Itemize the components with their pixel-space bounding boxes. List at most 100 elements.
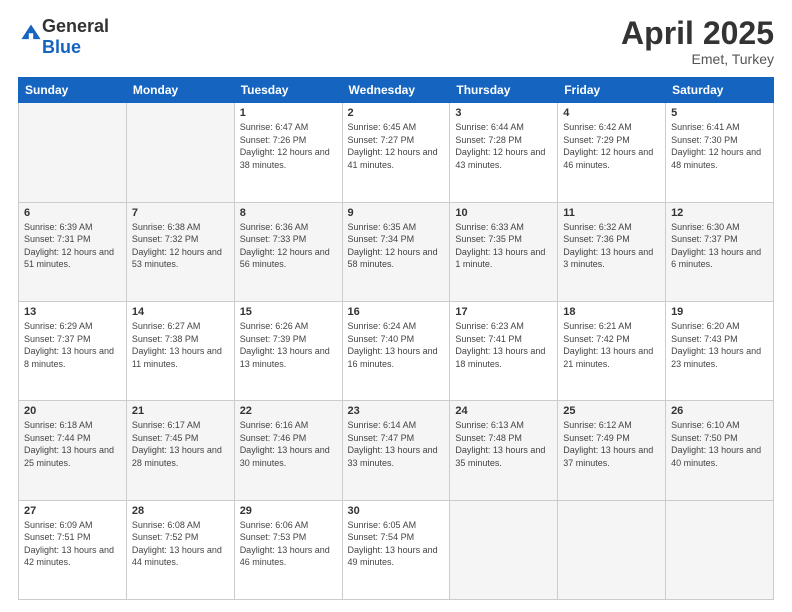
day-number: 3 (455, 107, 552, 119)
table-row: 11 Sunrise: 6:32 AM Sunset: 7:36 PM Dayli… (558, 202, 666, 301)
table-row: 5 Sunrise: 6:41 AM Sunset: 7:30 PM Daylig… (666, 103, 774, 202)
day-number: 1 (240, 107, 337, 119)
day-number: 22 (240, 405, 337, 417)
calendar-table: Sunday Monday Tuesday Wednesday Thursday… (18, 77, 774, 600)
col-thursday: Thursday (450, 78, 558, 103)
day-number: 16 (348, 306, 445, 318)
day-number: 21 (132, 405, 229, 417)
day-info: Sunrise: 6:10 AM Sunset: 7:50 PM Dayligh… (671, 419, 768, 469)
day-number: 12 (671, 207, 768, 219)
table-row: 7Sunrise: 6:38 AM Sunset: 7:32 PM Daylig… (126, 202, 234, 301)
table-row: 27 Sunrise: 6:09 AM Sunset: 7:51 PM Dayli… (19, 500, 127, 599)
col-sunday: Sunday (19, 78, 127, 103)
col-friday: Friday (558, 78, 666, 103)
table-row: 8 Sunrise: 6:36 AM Sunset: 7:33 PM Daylig… (234, 202, 342, 301)
table-row: 22 Sunrise: 6:16 AM Sunset: 7:46 PM Dayli… (234, 401, 342, 500)
day-info: Sunrise: 6:21 AM Sunset: 7:42 PM Dayligh… (563, 320, 660, 370)
day-info: Sunrise: 6:16 AM Sunset: 7:46 PM Dayligh… (240, 419, 337, 469)
table-row: 4 Sunrise: 6:42 AM Sunset: 7:29 PM Daylig… (558, 103, 666, 202)
table-row: 10 Sunrise: 6:33 AM Sunset: 7:35 PM Dayli… (450, 202, 558, 301)
day-info: Sunrise: 6:42 AM Sunset: 7:29 PM Dayligh… (563, 121, 660, 171)
table-row: 28 Sunrise: 6:08 AM Sunset: 7:52 PM Dayli… (126, 500, 234, 599)
day-number: 18 (563, 306, 660, 318)
day-number: 4 (563, 107, 660, 119)
day-info: Sunrise: 6:32 AM Sunset: 7:36 PM Dayligh… (563, 221, 660, 271)
day-number: 27 (24, 505, 121, 517)
day-info: Sunrise: 6:45 AM Sunset: 7:27 PM Dayligh… (348, 121, 445, 171)
day-info: Sunrise: 6:36 AM Sunset: 7:33 PM Dayligh… (240, 221, 337, 271)
day-info: Sunrise: 6:30 AM Sunset: 7:37 PM Dayligh… (671, 221, 768, 271)
col-wednesday: Wednesday (342, 78, 450, 103)
day-info: Sunrise: 6:17 AM Sunset: 7:45 PM Dayligh… (132, 419, 229, 469)
table-row: 20Sunrise: 6:18 AM Sunset: 7:44 PM Dayli… (19, 401, 127, 500)
day-info: Sunrise: 6:20 AM Sunset: 7:43 PM Dayligh… (671, 320, 768, 370)
table-row (126, 103, 234, 202)
day-info: Sunrise: 6:44 AM Sunset: 7:28 PM Dayligh… (455, 121, 552, 171)
logo-text: General Blue (42, 16, 109, 57)
page: General Blue April 2025 Emet, Turkey Sun… (0, 0, 792, 612)
day-number: 17 (455, 306, 552, 318)
table-row: 6 Sunrise: 6:39 AM Sunset: 7:31 PM Daylig… (19, 202, 127, 301)
day-number: 30 (348, 505, 445, 517)
day-info: Sunrise: 6:12 AM Sunset: 7:49 PM Dayligh… (563, 419, 660, 469)
day-info: Sunrise: 6:29 AM Sunset: 7:37 PM Dayligh… (24, 320, 121, 370)
day-info: Sunrise: 6:09 AM Sunset: 7:51 PM Dayligh… (24, 519, 121, 569)
calendar-week-row: 20Sunrise: 6:18 AM Sunset: 7:44 PM Dayli… (19, 401, 774, 500)
day-info: Sunrise: 6:35 AM Sunset: 7:34 PM Dayligh… (348, 221, 445, 271)
table-row (450, 500, 558, 599)
table-row (19, 103, 127, 202)
table-row: 21 Sunrise: 6:17 AM Sunset: 7:45 PM Dayli… (126, 401, 234, 500)
day-info: Sunrise: 6:41 AM Sunset: 7:30 PM Dayligh… (671, 121, 768, 171)
day-number: 2 (348, 107, 445, 119)
day-info: Sunrise: 6:08 AM Sunset: 7:52 PM Dayligh… (132, 519, 229, 569)
title-month: April 2025 (621, 16, 774, 51)
col-tuesday: Tuesday (234, 78, 342, 103)
day-info: Sunrise: 6:47 AM Sunset: 7:26 PM Dayligh… (240, 121, 337, 171)
day-number: 10 (455, 207, 552, 219)
day-number: 6 (24, 207, 121, 219)
day-info: Sunrise: 6:26 AM Sunset: 7:39 PM Dayligh… (240, 320, 337, 370)
day-number: 24 (455, 405, 552, 417)
table-row: 12 Sunrise: 6:30 AM Sunset: 7:37 PM Dayli… (666, 202, 774, 301)
table-row: 29Sunrise: 6:06 AM Sunset: 7:53 PM Dayli… (234, 500, 342, 599)
day-info: Sunrise: 6:24 AM Sunset: 7:40 PM Dayligh… (348, 320, 445, 370)
col-saturday: Saturday (666, 78, 774, 103)
calendar-week-row: 1 Sunrise: 6:47 AM Sunset: 7:26 PM Daylig… (19, 103, 774, 202)
day-number: 23 (348, 405, 445, 417)
table-row (666, 500, 774, 599)
day-info: Sunrise: 6:06 AM Sunset: 7:53 PM Dayligh… (240, 519, 337, 569)
day-number: 15 (240, 306, 337, 318)
day-info: Sunrise: 6:05 AM Sunset: 7:54 PM Dayligh… (348, 519, 445, 569)
day-info: Sunrise: 6:23 AM Sunset: 7:41 PM Dayligh… (455, 320, 552, 370)
table-row: 17 Sunrise: 6:23 AM Sunset: 7:41 PM Dayli… (450, 301, 558, 400)
table-row: 19 Sunrise: 6:20 AM Sunset: 7:43 PM Dayli… (666, 301, 774, 400)
table-row: 16 Sunrise: 6:24 AM Sunset: 7:40 PM Dayli… (342, 301, 450, 400)
table-row: 30 Sunrise: 6:05 AM Sunset: 7:54 PM Dayli… (342, 500, 450, 599)
day-number: 5 (671, 107, 768, 119)
table-row: 1 Sunrise: 6:47 AM Sunset: 7:26 PM Daylig… (234, 103, 342, 202)
table-row: 3 Sunrise: 6:44 AM Sunset: 7:28 PM Daylig… (450, 103, 558, 202)
day-number: 19 (671, 306, 768, 318)
day-info: Sunrise: 6:13 AM Sunset: 7:48 PM Dayligh… (455, 419, 552, 469)
header: General Blue April 2025 Emet, Turkey (18, 16, 774, 67)
day-info: Sunrise: 6:18 AM Sunset: 7:44 PM Dayligh… (24, 419, 121, 469)
table-row: 2 Sunrise: 6:45 AM Sunset: 7:27 PM Daylig… (342, 103, 450, 202)
day-number: 7 (132, 207, 229, 219)
day-info: Sunrise: 6:39 AM Sunset: 7:31 PM Dayligh… (24, 221, 121, 271)
calendar-week-row: 13Sunrise: 6:29 AM Sunset: 7:37 PM Dayli… (19, 301, 774, 400)
table-row: 26 Sunrise: 6:10 AM Sunset: 7:50 PM Dayli… (666, 401, 774, 500)
col-monday: Monday (126, 78, 234, 103)
calendar-week-row: 6 Sunrise: 6:39 AM Sunset: 7:31 PM Daylig… (19, 202, 774, 301)
logo-general-text: General (42, 16, 109, 36)
table-row: 25Sunrise: 6:12 AM Sunset: 7:49 PM Dayli… (558, 401, 666, 500)
day-number: 26 (671, 405, 768, 417)
table-row: 18 Sunrise: 6:21 AM Sunset: 7:42 PM Dayli… (558, 301, 666, 400)
day-number: 11 (563, 207, 660, 219)
day-info: Sunrise: 6:33 AM Sunset: 7:35 PM Dayligh… (455, 221, 552, 271)
table-row: 15 Sunrise: 6:26 AM Sunset: 7:39 PM Dayli… (234, 301, 342, 400)
day-number: 28 (132, 505, 229, 517)
day-number: 8 (240, 207, 337, 219)
title-block: April 2025 Emet, Turkey (621, 16, 774, 67)
logo-blue-text: Blue (42, 37, 81, 57)
table-row: 23Sunrise: 6:14 AM Sunset: 7:47 PM Dayli… (342, 401, 450, 500)
